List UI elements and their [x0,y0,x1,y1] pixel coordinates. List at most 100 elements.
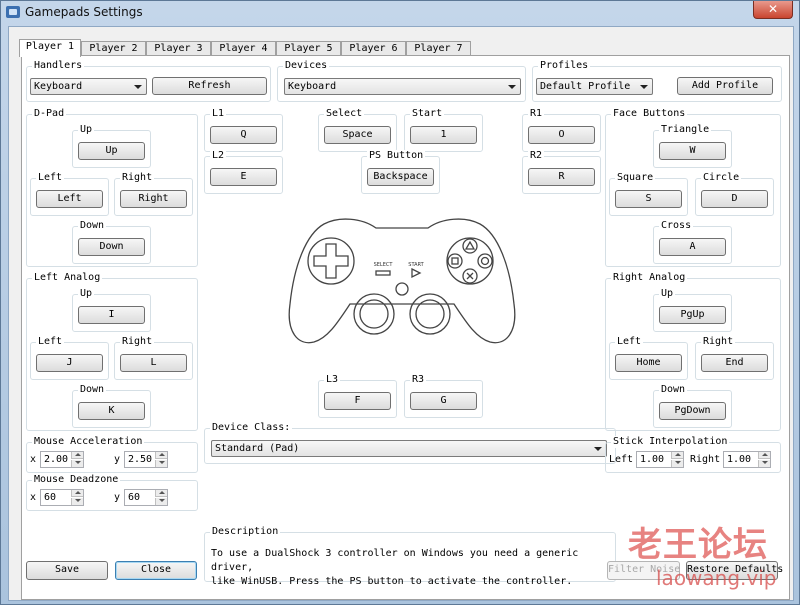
mouse-deadzone-y-spinner[interactable]: 60 [124,489,168,506]
ps-button-button[interactable]: Backspace [367,168,434,186]
refresh-button[interactable]: Refresh [152,77,267,95]
spin-up-icon[interactable] [758,452,770,459]
start-button-icon [411,267,422,279]
l2-button[interactable]: E [210,168,277,186]
device-class-select[interactable]: Standard (Pad) [211,440,607,457]
left-analog-left-box: Left J [30,336,109,380]
right-analog-title: Right Analog [611,272,688,284]
mouse-deadzone-x-value: 60 [44,492,57,503]
dpad-up-button[interactable]: Up [78,142,145,160]
left-analog-left-button[interactable]: J [36,354,103,372]
l3-label: L3 [324,374,341,386]
dpad-ring [307,237,355,285]
dpad-down-button[interactable]: Down [78,238,145,256]
spin-down-icon[interactable] [155,460,167,467]
tab-player-7[interactable]: Player 7 [406,41,471,56]
devices-select-value: Keyboard [288,81,337,92]
title-bar[interactable]: Gamepads Settings ✕ [1,1,799,25]
spin-up-icon[interactable] [155,490,167,497]
devices-title: Devices [283,60,330,72]
l1-box: L1 Q [204,108,283,152]
description-text: To use a DualShock 3 controller on Windo… [211,548,579,587]
r1-box: R1 O [522,108,601,152]
tab-player-6[interactable]: Player 6 [341,41,406,56]
window-close-button[interactable]: ✕ [753,1,793,19]
right-analog-down-box: Down PgDown [653,384,732,428]
l1-button[interactable]: Q [210,126,277,144]
spin-up-icon[interactable] [155,452,167,459]
add-profile-button[interactable]: Add Profile [677,77,773,95]
right-analog-right-label: Right [701,336,736,348]
right-analog-down-button[interactable]: PgDown [659,402,726,420]
tab-player-1[interactable]: Player 1 [19,39,81,57]
left-analog-down-label: Down [78,384,107,396]
spin-down-icon[interactable] [71,460,83,467]
spin-up-icon[interactable] [71,490,83,497]
tab-player-2[interactable]: Player 2 [81,41,146,56]
mouse-deadzone-y-value: 60 [128,492,141,503]
cross-label: Cross [659,220,694,232]
r1-button[interactable]: O [528,126,595,144]
profiles-group: Profiles Default Profile Add Profile [532,60,782,102]
spin-up-icon[interactable] [71,452,83,459]
triangle-label: Triangle [659,124,712,136]
l3-box: L3 F [318,374,397,418]
dpad-right-button[interactable]: Right [120,190,187,208]
tab-player-4[interactable]: Player 4 [211,41,276,56]
spin-up-icon[interactable] [671,452,683,459]
left-analog-down-button[interactable]: K [78,402,145,420]
dpad-left-button[interactable]: Left [36,190,103,208]
dpad-group: D-Pad Up Up Left Left Right Right Down D… [26,108,198,267]
stick-interp-right-spinner[interactable]: 1.00 [723,451,771,468]
close-button[interactable]: Close [115,561,197,580]
left-analog-up-box: Up I [72,288,151,332]
square-face-icon [447,253,463,269]
left-analog-up-button[interactable]: I [78,306,145,324]
stick-interp-right-label: Right [690,454,721,465]
mouse-accel-title: Mouse Acceleration [32,436,145,448]
r3-button[interactable]: G [410,392,477,410]
profiles-select[interactable]: Default Profile [536,78,653,95]
player-1-page: Handlers Keyboard Refresh Devices Keyboa… [21,55,790,600]
handlers-select[interactable]: Keyboard [30,78,147,95]
tab-player-5[interactable]: Player 5 [276,41,341,56]
select-button[interactable]: Space [324,126,391,144]
devices-select[interactable]: Keyboard [284,78,521,95]
stick-interp-left-spinner[interactable]: 1.00 [636,451,684,468]
spin-down-icon[interactable] [758,460,770,467]
right-analog-left-button[interactable]: Home [615,354,682,372]
square-button[interactable]: S [615,190,682,208]
triangle-button[interactable]: W [659,142,726,160]
tab-player-3[interactable]: Player 3 [146,41,211,56]
stick-interp-left-label: Left [609,454,634,465]
right-analog-up-button[interactable]: PgUp [659,306,726,324]
mouse-deadzone-group: Mouse Deadzone x 60 y 60 [26,474,198,511]
spin-down-icon[interactable] [671,460,683,467]
spin-down-icon[interactable] [71,498,83,505]
r3-label: R3 [410,374,427,386]
right-analog-right-button[interactable]: End [701,354,768,372]
r2-button[interactable]: R [528,168,595,186]
face-buttons-title: Face Buttons [611,108,688,120]
circle-button[interactable]: D [701,190,768,208]
mouse-deadzone-y-label: y [114,492,121,503]
start-button[interactable]: 1 [410,126,477,144]
mouse-deadzone-x-spinner[interactable]: 60 [40,489,84,506]
mouse-accel-x-spinner[interactable]: 2.00 [40,451,84,468]
cross-button[interactable]: A [659,238,726,256]
left-analog-group: Left Analog Up I Left J Right L Down K [26,272,198,431]
save-button[interactable]: Save [26,561,108,580]
spin-down-icon[interactable] [155,498,167,505]
face-ring [446,237,494,285]
circle-face-icon [477,253,493,269]
watermark: 老王论坛 laowang.vip [628,526,776,588]
l3-button[interactable]: F [324,392,391,410]
description-title: Description [210,526,281,538]
chevron-down-icon [594,447,602,451]
left-analog-right-button[interactable]: L [120,354,187,372]
ps-button-box: PS Button Backspace [361,150,440,194]
mouse-accel-y-spinner[interactable]: 2.50 [124,451,168,468]
stick-interp-left-value: 1.00 [640,454,665,465]
handlers-title: Handlers [32,60,85,72]
right-analog-up-box: Up PgUp [653,288,732,332]
